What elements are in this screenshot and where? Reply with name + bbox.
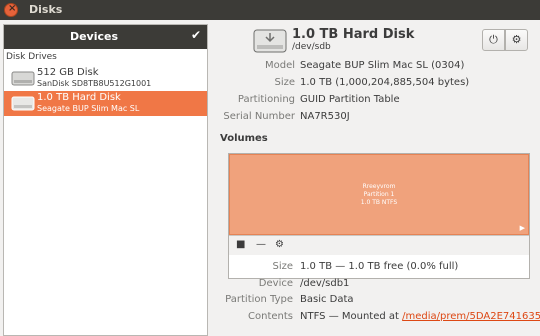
partition-size: 1.0 TB NTFS xyxy=(360,199,398,206)
close-window-button[interactable]: × xyxy=(4,3,18,17)
power-off-button[interactable]: ⏻ xyxy=(482,29,505,51)
window-title: Disks xyxy=(29,3,63,16)
devices-header: Devices ✔ xyxy=(4,25,207,49)
minus-icon[interactable]: — xyxy=(256,239,266,250)
prop-label: Model xyxy=(264,60,295,71)
prop-label: Partitioning xyxy=(237,94,295,105)
prop-value: GUID Partition Table xyxy=(300,94,400,105)
prop-label: Contents xyxy=(248,311,293,322)
power-icon: ⏻ xyxy=(489,33,498,46)
mount-point-link[interactable]: /media/prem/5DA2E741635... xyxy=(402,311,540,322)
drive-item-512gb[interactable]: 512 GB Disk SanDisk SD8TB8U512G1001 xyxy=(4,66,207,91)
hard-disk-icon xyxy=(11,71,35,86)
disk-drives-label: Disk Drives xyxy=(6,52,57,62)
partition-number: Partition 1 xyxy=(363,191,395,198)
disk-title: 1.0 TB Hard Disk xyxy=(292,27,415,42)
partition-block[interactable]: Rreeyvrom Partition 1 1.0 TB NTFS ▶ xyxy=(229,154,529,235)
drive-settings-button[interactable]: ⚙ xyxy=(505,29,528,51)
partition-label: Rreeyvrom xyxy=(362,183,396,190)
prop-value: 1.0 TB — 1.0 TB free (0.0% full) xyxy=(300,261,459,272)
prop-label: Partition Type xyxy=(225,294,293,305)
prop-label: Size xyxy=(272,261,293,272)
drive-item-1tb[interactable]: 1.0 TB Hard Disk Seagate BUP Slim Mac SL xyxy=(4,91,207,116)
prop-value: /dev/sdb1 xyxy=(300,278,350,289)
devices-header-label: Devices xyxy=(69,30,119,43)
close-icon: × xyxy=(8,3,17,14)
drive-name: 512 GB Disk xyxy=(37,67,99,78)
drive-model: SanDisk SD8TB8U512G1001 xyxy=(37,79,152,88)
settings-wrench-icon[interactable]: ⚙ xyxy=(275,239,284,250)
title-bar: × Disks xyxy=(0,0,540,20)
prop-value: Seagate BUP Slim Mac SL (0304) xyxy=(300,60,465,71)
prop-value: 1.0 TB (1,000,204,885,504 bytes) xyxy=(300,77,470,88)
disk-details-pane: 1.0 TB Hard Disk /dev/sdb ⏻ ⚙ Model Seag… xyxy=(212,20,540,336)
devices-sidebar: Devices ✔ Disk Drives 512 GB Disk SanDis… xyxy=(3,24,208,336)
contents-text: NTFS — Mounted at xyxy=(300,311,403,322)
prop-value: NA7R530J xyxy=(300,111,350,122)
hard-disk-icon xyxy=(11,96,35,111)
drive-model: Seagate BUP Slim Mac SL xyxy=(37,104,140,113)
stop-icon[interactable]: ■ xyxy=(236,239,245,250)
drive-name: 1.0 TB Hard Disk xyxy=(37,92,121,103)
disk-path: /dev/sdb xyxy=(292,42,331,52)
prop-label: Device xyxy=(258,278,293,289)
play-icon: ▶ xyxy=(519,224,525,232)
hard-disk-icon xyxy=(253,29,287,53)
volumes-heading: Volumes xyxy=(220,133,268,144)
volume-toolbar: ■ — ⚙ xyxy=(229,235,529,255)
checkmark-icon[interactable]: ✔ xyxy=(191,28,201,42)
prop-label: Serial Number xyxy=(223,111,295,122)
prop-value: NTFS — Mounted at /media/prem/5DA2E74163… xyxy=(300,311,540,322)
prop-label: Size xyxy=(274,77,295,88)
prop-value: Basic Data xyxy=(300,294,354,305)
gear-icon: ⚙ xyxy=(511,33,522,46)
